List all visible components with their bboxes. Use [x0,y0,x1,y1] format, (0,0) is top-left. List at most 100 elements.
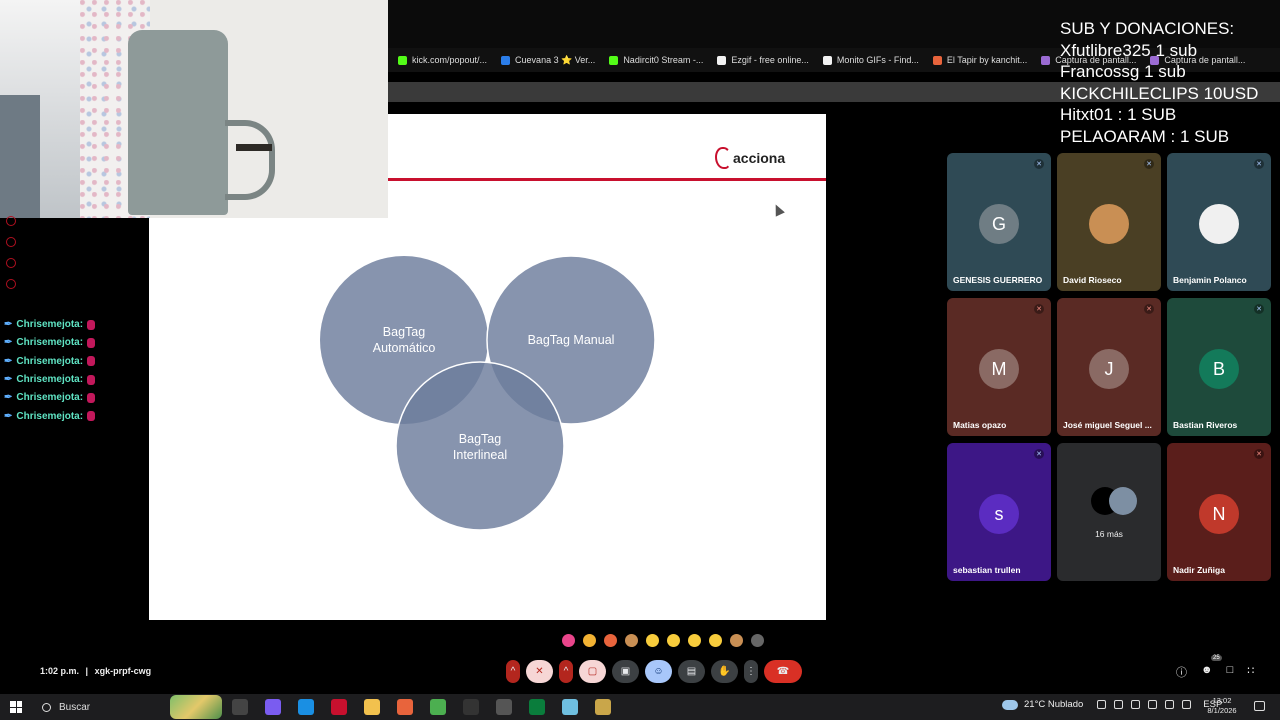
venn-circle-interlineal [395,361,565,531]
network-icon[interactable] [1148,700,1158,709]
participant-tile[interactable]: G ✕ GENESIS GUERRERO [947,153,1051,291]
camera-options-button[interactable]: ^ [559,660,573,683]
more-reactions-icon[interactable] [751,633,764,647]
meeting-time: 1:02 p.m. [40,666,80,676]
streamer-webcam [0,0,388,218]
party-reaction-icon[interactable] [604,633,617,647]
volume-icon[interactable] [1131,700,1141,709]
webcam-outlet [236,144,272,151]
participant-tile[interactable]: ✕ David Rioseco [1057,153,1161,291]
emoji-button[interactable]: ☺ [645,660,672,683]
more-participants-label: 16 más [1095,529,1123,539]
participant-tile[interactable]: B ✕ Bastian Riveros [1167,298,1271,436]
epic-games-icon[interactable] [463,699,479,715]
surprised-reaction-icon[interactable] [667,633,680,647]
bookmark-item[interactable]: Nadircit0 Stream -... [609,55,703,65]
bookmark-favicon-icon [1041,55,1051,65]
mic-toggle-button[interactable]: ✕ [526,660,553,683]
file-explorer-icon[interactable] [364,699,380,715]
participant-tile[interactable]: ✕ Benjamin Polanco [1167,153,1271,291]
copilot-icon[interactable] [265,699,281,715]
participant-tile[interactable]: s ✕ sebastian trullen [947,443,1051,581]
bookmark-favicon-icon [822,55,832,65]
activities-icon[interactable]: ∷ [1247,664,1254,680]
discord-icon [6,216,16,226]
participant-name: GENESIS GUERRERO [953,275,1043,285]
thumbs-up-reaction-icon[interactable] [583,633,596,647]
sad-reaction-icon[interactable] [688,633,701,647]
battery-icon[interactable] [1182,700,1192,709]
meeting-code: xgk-prpf-cwg [94,666,152,676]
chat-username: Chrisemejota: [16,374,84,386]
more-options-button[interactable]: ⋮ [744,660,758,683]
windows-start-icon[interactable] [10,701,22,713]
camera-toggle-button[interactable]: ▢ [579,660,606,683]
participant-tile[interactable]: M ✕ Matias opazo [947,298,1051,436]
leave-call-button[interactable]: ☎ [764,660,802,683]
thumbs-down-reaction-icon[interactable] [730,633,743,647]
opera-gx-icon[interactable] [331,699,347,715]
more-participants-tile[interactable]: 16 más [1057,443,1161,581]
bookmark-item[interactable]: kick.com/popout/... [398,55,487,65]
chat-emote-icon [87,319,96,330]
bookmark-item[interactable]: El Tapir by kanchit... [932,55,1027,65]
edge-icon[interactable] [298,699,314,715]
app-icon[interactable] [430,699,446,715]
avatar: J [1089,349,1129,389]
league-icon[interactable] [595,699,611,715]
captions-button[interactable]: ▤ [678,660,705,683]
store-icon[interactable] [529,699,545,715]
notifications-icon[interactable] [1254,701,1265,711]
muted-mic-icon: ✕ [1254,304,1264,314]
taskbar-search-label: Buscar [59,701,91,713]
present-button[interactable]: ▣ [612,660,639,683]
system-tray: 21°C Nublado ESP [1002,699,1222,710]
weather-label[interactable]: 21°C Nublado [1024,699,1083,710]
moderator-pen-icon: ✒ [4,355,13,367]
muted-mic-icon: ✕ [1254,449,1264,459]
muted-mic-icon: ✕ [1254,159,1264,169]
avatar: M [979,349,1019,389]
cloud-sync-icon[interactable] [1165,700,1175,709]
clock-date: 8/1/2026 [1207,706,1237,715]
clock-time: 13:02 [1212,696,1232,705]
chat-message: ✒ Chrisemejota: [4,373,96,386]
bookmark-item[interactable]: Cuevana 3 ⭐ Ver... [501,55,595,66]
venn-label-interlineal-l1: BagTag [459,432,501,446]
chat-emote-icon [87,337,96,348]
bookmark-item[interactable]: Ezgif - free online... [717,55,809,65]
task-view-icon[interactable] [232,699,248,715]
participant-tile[interactable]: J ✕ José miguel Seguel ... [1057,298,1161,436]
chat-icon[interactable]: □ [1227,664,1234,680]
avatar [1109,487,1137,515]
bookmark-label: Cuevana 3 ⭐ Ver... [515,54,596,65]
donation-line: KICKCHILECLIPS 10USD [1060,83,1259,103]
taskbar-clock[interactable]: 13:02 8/1/2026 [1200,696,1244,716]
chat-bubble-icon [6,279,16,289]
microphone-icon[interactable] [1114,700,1124,709]
participant-tile[interactable]: N ✕ Nadir Zuñiga [1167,443,1271,581]
donations-overlay: SUB Y DONACIONES: Xfutlibre325 1 sub Franc… [1060,18,1258,148]
info-icon[interactable]: ⓘ [1176,664,1187,680]
meet-side-controls: ⓘ ☻ □ ∷ [1176,664,1254,680]
laugh-reaction-icon[interactable] [646,633,659,647]
obs-icon[interactable] [496,699,512,715]
participant-name: sebastian trullen [953,565,1021,575]
bookmark-item[interactable]: Monito GIFs - Find... [822,55,919,65]
chat-username: Chrisemejota: [16,392,84,404]
donation-line: Hitxt01 : 1 SUB [1060,105,1177,125]
meeting-info: 1:02 p.m. | xgk-prpf-cwg [40,666,151,676]
tray-icons [1097,700,1192,709]
heart-reaction-icon[interactable] [562,633,575,647]
app-icon-2[interactable] [562,699,578,715]
windows-taskbar: Buscar 21°C Nublado ESP 13:02 8/1/2026 [0,694,1280,720]
chevron-up-icon[interactable] [1097,700,1107,709]
thinking-reaction-icon[interactable] [709,633,722,647]
mic-options-button[interactable]: ^ [506,660,520,683]
moderator-pen-icon: ✒ [4,392,13,404]
clap-reaction-icon[interactable] [625,633,638,647]
raise-hand-button[interactable]: ✋ [711,660,738,683]
brave-icon[interactable] [397,699,413,715]
people-icon[interactable]: ☻ [1201,664,1213,680]
webcam-chair [128,30,228,215]
